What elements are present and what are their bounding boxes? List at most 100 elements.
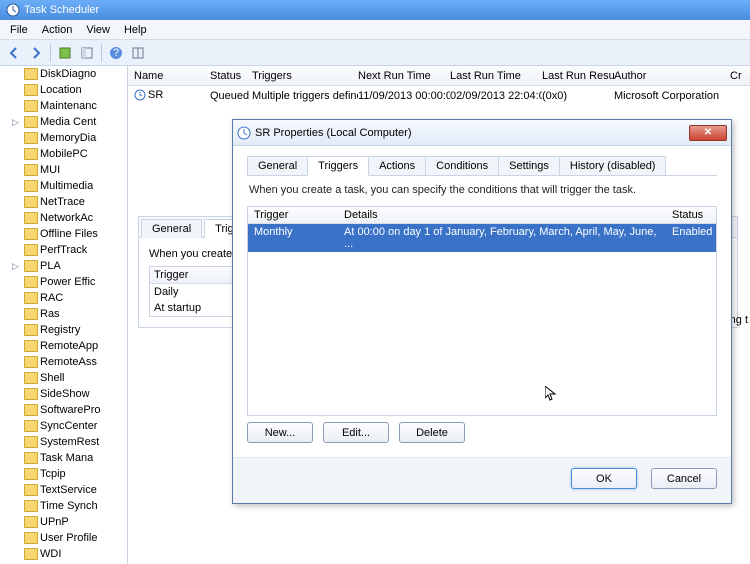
tree-item[interactable]: SideShow [0, 386, 127, 402]
back-button[interactable] [4, 43, 24, 63]
tree-item[interactable]: Offline Files [0, 226, 127, 242]
tree-item-label: Task Mana [40, 452, 93, 464]
tree-item[interactable]: RemoteAss [0, 354, 127, 370]
tab-actions[interactable]: Actions [368, 156, 426, 175]
th-details[interactable]: Details [338, 207, 666, 223]
tree-item-label: SideShow [40, 388, 90, 400]
tree-item-label: PerfTrack [40, 244, 87, 256]
tree-item[interactable]: MobilePC [0, 146, 127, 162]
tab-conditions[interactable]: Conditions [425, 156, 499, 175]
action-pane-button[interactable] [55, 43, 75, 63]
tree-item[interactable]: ▷ Media Cent [0, 114, 127, 130]
tree-item[interactable]: Power Effic [0, 274, 127, 290]
col-triggers[interactable]: Triggers [252, 70, 358, 82]
tree-item-label: DiskDiagno [40, 68, 96, 80]
new-button[interactable]: New... [247, 422, 313, 443]
tree-item-label: RemoteApp [40, 340, 98, 352]
tree-item-label: Media Cent [40, 116, 96, 128]
menu-view[interactable]: View [80, 22, 116, 38]
delete-button[interactable]: Delete [399, 422, 465, 443]
tree-item-label: SyncCenter [40, 420, 97, 432]
tree-item[interactable]: RAC [0, 290, 127, 306]
tree-item[interactable]: MUI [0, 162, 127, 178]
col-name[interactable]: Name [134, 70, 210, 82]
tree-item[interactable]: ▷PLA [0, 258, 127, 274]
tree-item[interactable]: NetTrace [0, 194, 127, 210]
tree-item-label: WDI [40, 548, 61, 560]
tree-item[interactable]: Task Mana [0, 450, 127, 466]
dialog-icon [237, 126, 251, 140]
tree-item[interactable]: User Profile [0, 530, 127, 546]
col-status[interactable]: Status [210, 70, 252, 82]
tree-item[interactable]: Shell [0, 370, 127, 386]
properties-button[interactable] [77, 43, 97, 63]
window-titlebar: Task Scheduler [0, 0, 750, 20]
tree-item-label: Tcpip [40, 468, 66, 480]
col-cr[interactable]: Cr [730, 70, 750, 82]
task-result: (0x0) [542, 90, 614, 102]
trigger-cell-name: Monthly [248, 224, 338, 252]
tree-item-label: Maintenanc [40, 100, 97, 112]
trigger-row-selected[interactable]: Monthly At 00:00 on day 1 of January, Fe… [248, 224, 716, 252]
cursor-icon [545, 386, 557, 402]
col-result[interactable]: Last Run Result [542, 70, 614, 82]
tree-item[interactable]: SyncCenter [0, 418, 127, 434]
menu-action[interactable]: Action [36, 22, 79, 38]
tree-item[interactable]: WDI [0, 546, 127, 562]
tab-history[interactable]: History (disabled) [559, 156, 667, 175]
col-author[interactable]: Author [614, 70, 730, 82]
task-next-run: 11/09/2013 00:00:00 [358, 90, 450, 102]
dialog-tabs: General Triggers Actions Conditions Sett… [247, 156, 717, 176]
tree-item[interactable]: DiskDiagno [0, 66, 127, 82]
tree-item[interactable]: SoftwarePro [0, 402, 127, 418]
tree-view[interactable]: DiskDiagno Location Maintenanc ▷ Media Cent M… [0, 66, 128, 564]
help-button[interactable]: ? [106, 43, 126, 63]
tree-item[interactable]: UPnP [0, 514, 127, 530]
tree-item[interactable]: Ras [0, 306, 127, 322]
task-icon [134, 89, 146, 101]
tree-item[interactable]: Registry [0, 322, 127, 338]
menu-help[interactable]: Help [118, 22, 153, 38]
task-row[interactable]: SR Queued Multiple triggers defined 11/0… [128, 86, 750, 106]
columns-button[interactable] [128, 43, 148, 63]
menu-file[interactable]: File [4, 22, 34, 38]
th-trigger[interactable]: Trigger [248, 207, 338, 223]
tab-triggers[interactable]: Triggers [307, 156, 369, 176]
tree-item-label: Time Synch [40, 500, 98, 512]
tree-item[interactable]: RemoteApp [0, 338, 127, 354]
tree-item[interactable]: Maintenanc [0, 98, 127, 114]
dialog-titlebar[interactable]: SR Properties (Local Computer) ✕ [233, 120, 731, 146]
app-icon [6, 3, 20, 17]
tree-item[interactable]: Time Synch [0, 498, 127, 514]
tree-item[interactable]: NetworkAc [0, 210, 127, 226]
th-status[interactable]: Status [666, 207, 716, 223]
tree-item[interactable]: Location [0, 82, 127, 98]
tab-settings[interactable]: Settings [498, 156, 560, 175]
tree-item-label: Ras [40, 308, 60, 320]
edit-button[interactable]: Edit... [323, 422, 389, 443]
tree-item[interactable]: Tcpip [0, 466, 127, 482]
bg-tab-general[interactable]: General [141, 219, 202, 238]
expand-icon[interactable]: ▷ [12, 117, 19, 128]
ok-button[interactable]: OK [571, 468, 637, 489]
task-last-run: 02/09/2013 22:04:03 [450, 90, 542, 102]
close-button[interactable]: ✕ [689, 125, 727, 141]
expand-icon[interactable]: ▷ [12, 261, 19, 272]
tree-item[interactable]: SystemRest [0, 434, 127, 450]
tree-item[interactable]: TextService [0, 482, 127, 498]
tree-item-label: MUI [40, 164, 60, 176]
col-last-run[interactable]: Last Run Time [450, 70, 542, 82]
tree-item[interactable]: Multimedia [0, 178, 127, 194]
tree-item-label: Location [40, 84, 82, 96]
trigger-list: Trigger Details Status Monthly At 00:00 … [247, 206, 717, 416]
col-next-run[interactable]: Next Run Time [358, 70, 450, 82]
toolbar: ? [0, 40, 750, 66]
tree-item-label: Registry [40, 324, 80, 336]
tree-item[interactable]: PerfTrack [0, 242, 127, 258]
forward-button[interactable] [26, 43, 46, 63]
tab-general[interactable]: General [247, 156, 308, 175]
svg-text:?: ? [113, 47, 119, 59]
tree-item[interactable]: MemoryDia [0, 130, 127, 146]
cancel-button[interactable]: Cancel [651, 468, 717, 489]
tree-item-label: UPnP [40, 516, 69, 528]
